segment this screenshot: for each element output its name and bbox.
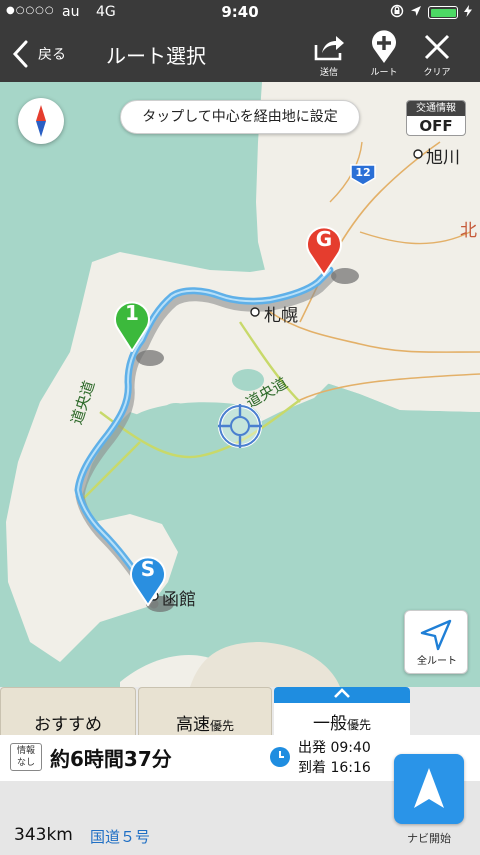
close-icon (424, 34, 450, 60)
traffic-info-toggle[interactable]: 交通情報 OFF (406, 100, 466, 136)
waypoint-marker-label: 1 (125, 301, 139, 325)
crosshair-icon (218, 404, 262, 448)
travel-duration: 約6時間37分 (50, 747, 172, 771)
charging-icon (464, 5, 472, 20)
back-button[interactable]: 戻る (12, 34, 92, 74)
chevron-up-icon (332, 685, 352, 705)
waypoint-marker[interactable]: 1 (112, 296, 152, 353)
map-view[interactable]: 12 旭川 札幌 函館 北 道央道 道央道 G 1 S タップして中心を経由地に (0, 82, 480, 687)
arrival-time: 16:16 (330, 760, 371, 776)
goal-marker[interactable]: G (304, 222, 344, 277)
center-target[interactable] (216, 402, 264, 450)
place-north-partial: 北 (460, 221, 477, 241)
chevron-left-icon (12, 40, 28, 68)
back-label: 戻る (38, 47, 66, 63)
tab-recommended[interactable]: おすすめ (0, 687, 136, 735)
tab-recommended-label: おすすめ (34, 715, 102, 735)
schedule-times: 出発 09:40 到着 16:16 (298, 738, 371, 778)
all-route-label: 全ルート (417, 656, 457, 667)
route-distance: 343km (14, 825, 73, 845)
traffic-info-title: 交通情報 (407, 101, 465, 116)
traffic-info-state: OFF (419, 117, 453, 135)
compass-icon (36, 105, 46, 137)
traffic-no-info-badge: 情報 なし (10, 743, 42, 771)
departure-label: 出発 (298, 740, 326, 756)
clear-button[interactable]: クリア (410, 30, 464, 80)
share-icon (314, 36, 344, 61)
departure-time: 09:40 (330, 740, 371, 756)
send-button[interactable]: 送信 (302, 30, 356, 80)
page-title: ルート選択 (106, 44, 206, 68)
tab-general-suffix: 優先 (346, 718, 371, 732)
top-nav-bar: 戻る ルート選択 送信 ルート クリア (0, 26, 480, 82)
tab-highway-label: 高速 (175, 715, 210, 735)
start-navigation-label: ナビ開始 (407, 832, 451, 845)
tab-general-priority[interactable]: 一般優先 (274, 687, 410, 735)
clock-icon (270, 747, 290, 767)
route-main-road[interactable]: 国道５号 (90, 826, 150, 847)
start-navigation-button[interactable] (394, 754, 464, 824)
add-waypoint-icon (372, 30, 396, 63)
land-tip (190, 642, 340, 687)
place-sapporo: 札幌 (264, 306, 298, 326)
add-route-button[interactable]: ルート (357, 30, 411, 80)
route-type-tabs: おすすめ 高速優先 一般優先 (0, 687, 480, 735)
lock-rotation-icon (390, 4, 404, 21)
traffic-no-info-line2: なし (16, 758, 35, 768)
traffic-no-info-line1: 情報 (16, 746, 35, 756)
tab-general-label: 一般 (312, 714, 347, 734)
tab-highway-suffix: 優先 (209, 719, 234, 733)
compass-button[interactable] (18, 98, 64, 144)
map-canvas (6, 82, 480, 687)
tab-highway-priority[interactable]: 高速優先 (138, 687, 272, 735)
clear-label: クリア (423, 68, 451, 78)
all-route-button[interactable]: 全ルート (404, 610, 468, 674)
start-marker[interactable]: S (128, 552, 168, 607)
navigation-arrow-icon (420, 619, 452, 651)
navigation-arrow-icon (414, 768, 444, 808)
route-12-label: 12 (355, 166, 371, 179)
status-bar: ●○○○○ au 4G 9:40 (0, 0, 480, 26)
arrival-label: 到着 (298, 760, 326, 776)
location-arrow-icon (410, 5, 422, 20)
waypoint-hint-tooltip: タップして中心を経由地に設定 (120, 100, 360, 134)
start-marker-label: S (140, 557, 156, 581)
goal-marker-label: G (315, 227, 333, 251)
route-12-shield: 12 (350, 164, 376, 186)
send-label: 送信 (319, 68, 338, 78)
place-asahikawa: 旭川 (426, 148, 460, 168)
battery-icon (428, 6, 458, 19)
route-label: ルート (370, 68, 398, 78)
